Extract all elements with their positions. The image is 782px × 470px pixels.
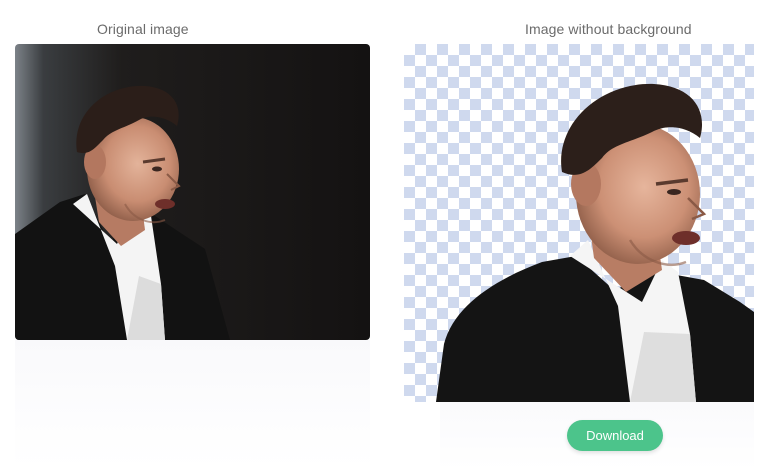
result-image — [404, 44, 754, 402]
original-image-caption: Original image — [97, 21, 189, 37]
download-button[interactable]: Download — [567, 420, 663, 451]
result-image-caption: Image without background — [525, 21, 692, 37]
original-panel-shadow — [15, 340, 370, 470]
original-image — [15, 44, 370, 340]
